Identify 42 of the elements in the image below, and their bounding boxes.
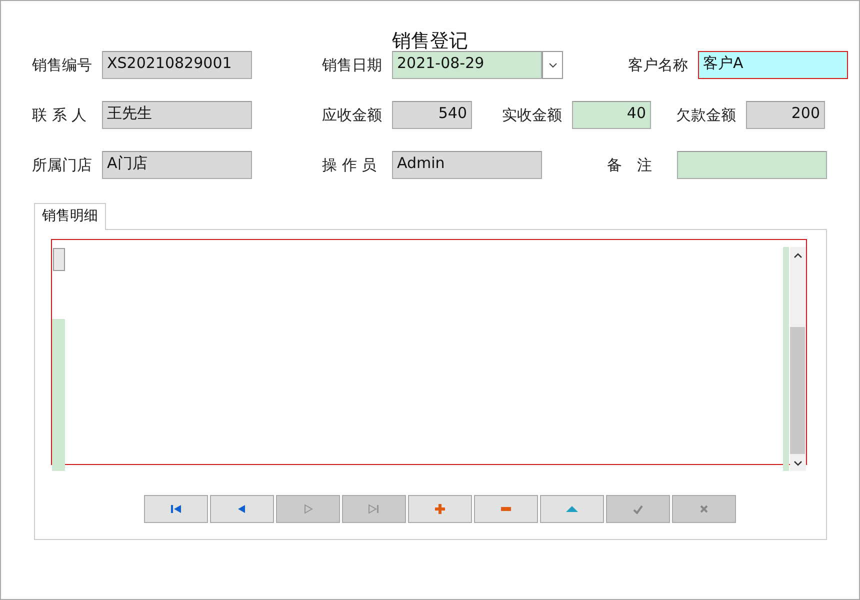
input-field[interactable]: XS20210829001 — [102, 51, 252, 79]
edit-button[interactable] — [540, 495, 604, 523]
field-label: 所属门店 — [32, 156, 93, 174]
input-field[interactable]: 40 — [572, 101, 651, 129]
first-record-icon — [170, 504, 182, 514]
tab[interactable]: 销售明细 — [34, 203, 106, 230]
caret-icon — [548, 62, 556, 68]
close-icon — [700, 505, 708, 513]
plus-icon — [435, 504, 445, 514]
field-label: 应收金额 — [322, 106, 383, 124]
input-field[interactable]: A门店 — [102, 151, 252, 179]
field-label: 实收金额 — [502, 106, 563, 124]
input-field[interactable]: Admin — [392, 151, 542, 179]
field-label: 联 系 人 — [32, 106, 88, 124]
dropdown-button[interactable] — [542, 51, 563, 79]
input-field[interactable]: 客户A — [698, 51, 848, 79]
next-icon — [303, 504, 313, 514]
input-field[interactable]: 王先生 — [102, 101, 252, 129]
scroll-up-icon[interactable] — [794, 253, 802, 258]
previous-icon — [237, 504, 247, 514]
first-button[interactable] — [144, 495, 208, 523]
check-icon — [633, 504, 643, 514]
window-title: 销售登记 — [392, 29, 468, 54]
date-field[interactable]: 2021-08-29 — [392, 51, 542, 79]
field-label: 销售日期 — [322, 56, 383, 74]
field-label: 客户名称 — [628, 56, 689, 74]
input-field[interactable]: 200 — [746, 101, 825, 129]
minus-icon — [501, 507, 511, 511]
row-indicator — [53, 248, 65, 271]
scroll-down-icon[interactable] — [794, 461, 802, 466]
field-label: 备 注 — [607, 156, 653, 174]
insert-button[interactable] — [408, 495, 472, 523]
field-label: 欠款金额 — [676, 106, 737, 124]
field-label: 销售编号 — [32, 56, 93, 74]
input-field[interactable] — [677, 151, 827, 179]
scrollbar-thumb[interactable] — [790, 327, 805, 454]
triangle-up-icon — [566, 506, 578, 512]
field-label: 操 作 员 — [322, 156, 378, 174]
scrollbar[interactable] — [790, 247, 806, 471]
last-record-icon — [368, 504, 380, 514]
delete-button[interactable] — [474, 495, 538, 523]
input-field[interactable]: 540 — [392, 101, 472, 129]
